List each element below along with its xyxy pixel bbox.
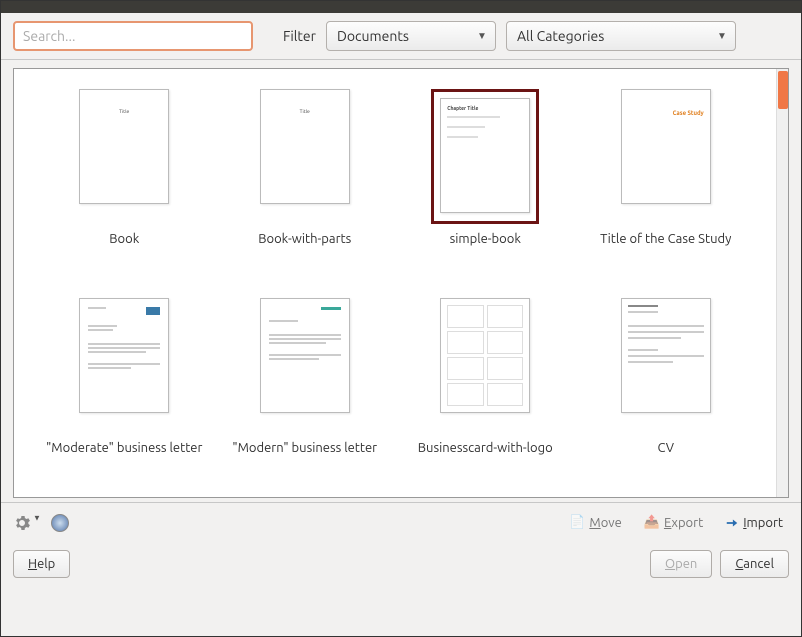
chevron-down-icon: ▼: [477, 30, 487, 42]
import-icon: [725, 516, 739, 530]
template-thumbnail: Chapter Title: [431, 89, 539, 224]
category-select[interactable]: All Categories ▼: [506, 21, 736, 51]
move-icon: [569, 515, 585, 530]
scrollbar-thumb[interactable]: [778, 71, 788, 109]
export-button: Export: [638, 511, 709, 534]
template-label: "Moderate" business letter: [46, 441, 202, 457]
filter-select[interactable]: Documents ▼: [326, 21, 496, 51]
search-input[interactable]: [13, 21, 253, 51]
template-label: "Modern" business letter: [232, 441, 377, 457]
template-label: Book: [109, 232, 139, 248]
template-item[interactable]: CV: [576, 298, 757, 477]
template-dialog: Filter Documents ▼ All Categories ▼ Titl…: [0, 0, 802, 637]
template-item[interactable]: Businesscard-with-logo: [395, 298, 576, 477]
toolbar: Filter Documents ▼ All Categories ▼: [1, 13, 801, 60]
scrollbar[interactable]: [776, 69, 788, 497]
bottom-button-row: Help Open Cancel: [1, 542, 801, 586]
template-gallery: Title Book Title Book-with-parts Chapter Tit…: [14, 69, 776, 497]
template-label: simple-book: [450, 232, 521, 248]
category-select-value: All Categories: [517, 28, 604, 44]
template-label: CV: [658, 441, 674, 457]
chevron-down-icon: ▼: [717, 30, 727, 42]
gear-icon: [13, 514, 31, 532]
template-item[interactable]: Title Book-with-parts: [215, 89, 396, 268]
template-item[interactable]: "Modern" business letter: [215, 298, 396, 477]
template-item[interactable]: Chapter Title simple-book: [395, 89, 576, 268]
open-button[interactable]: Open: [650, 550, 712, 578]
template-label: Businesscard-with-logo: [418, 441, 553, 457]
cancel-button[interactable]: Cancel: [720, 550, 789, 578]
move-button: Move: [563, 511, 628, 534]
template-thumbnail: [621, 298, 711, 433]
template-thumbnail: Title: [79, 89, 169, 224]
template-thumbnail: [260, 298, 350, 433]
action-row: ▼ Move Export Import: [1, 502, 801, 542]
settings-menu-button[interactable]: ▼: [13, 514, 41, 532]
template-item[interactable]: Case Study Title of the Case Study: [576, 89, 757, 268]
template-thumbnail: Case Study: [621, 89, 711, 224]
browse-online-button[interactable]: [51, 514, 69, 532]
template-label: Book-with-parts: [258, 232, 351, 248]
help-button[interactable]: Help: [13, 550, 70, 578]
template-gallery-container: Title Book Title Book-with-parts Chapter Tit…: [13, 68, 789, 498]
filter-label: Filter: [283, 28, 316, 44]
filter-select-value: Documents: [337, 28, 409, 44]
template-item[interactable]: "Moderate" business letter: [34, 298, 215, 477]
template-thumbnail: Title: [260, 89, 350, 224]
chevron-down-icon: ▼: [33, 514, 41, 523]
import-button[interactable]: Import: [719, 512, 789, 534]
titlebar[interactable]: [1, 1, 801, 13]
template-label: Title of the Case Study: [600, 232, 731, 248]
template-thumbnail: [440, 298, 530, 433]
template-thumbnail: [79, 298, 169, 433]
export-icon: [644, 515, 660, 530]
template-item[interactable]: Title Book: [34, 89, 215, 268]
